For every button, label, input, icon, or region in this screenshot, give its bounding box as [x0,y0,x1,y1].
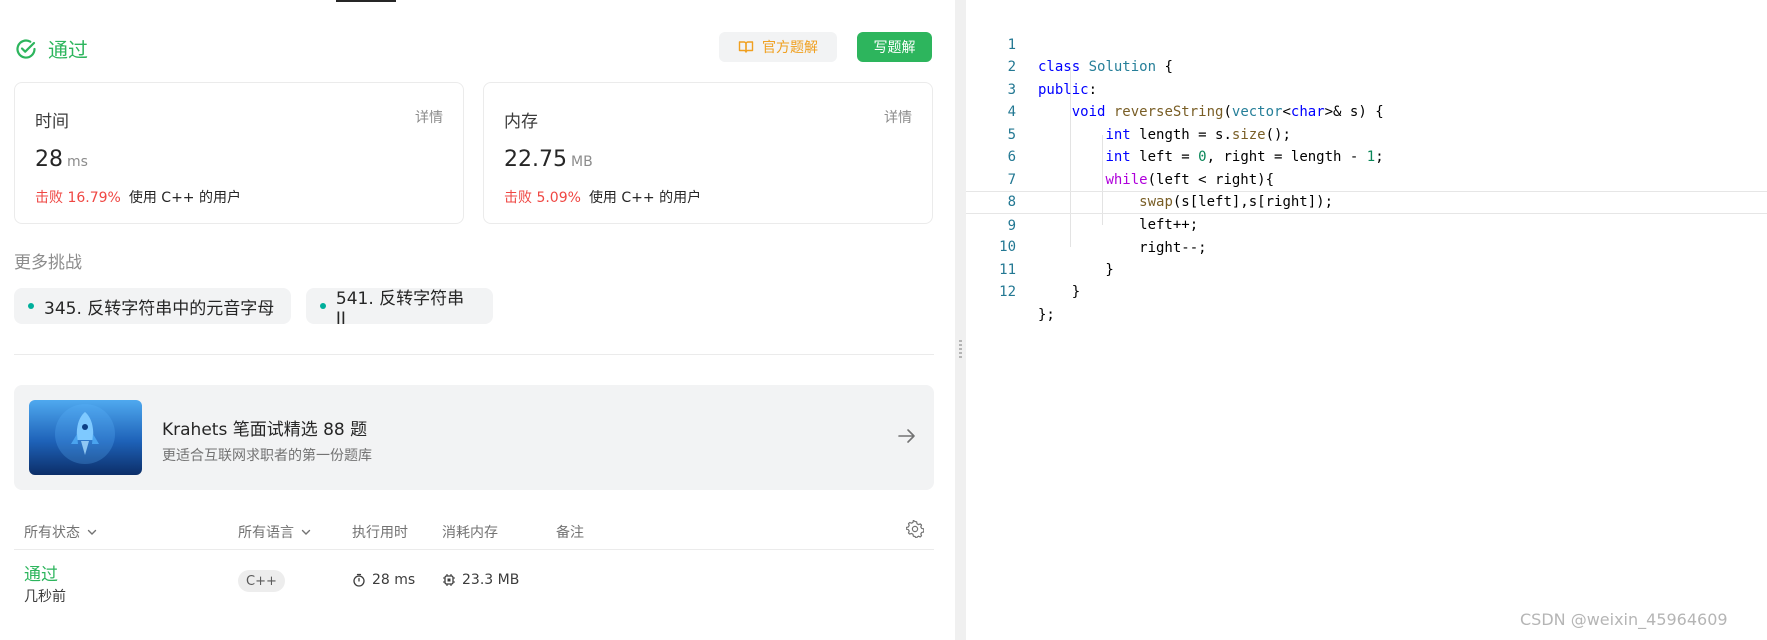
code-line: 11 } [966,236,1767,301]
check-circle-icon [16,38,36,59]
code-editor[interactable]: 1 class Solution { 2 public: 3 void reve… [966,0,1767,640]
difficulty-dot [28,303,34,309]
runtime-beat-text: 使用 C++ 的用户 [128,190,241,206]
runtime-column-header: 执行用时 [352,525,408,541]
runtime-detail-link[interactable]: 详情 [415,107,443,127]
memory-value-row: 22.75 MB [504,147,593,172]
rocket-icon [55,404,115,464]
status-filter[interactable]: 所有状态 [24,522,98,542]
official-solution-button[interactable]: 官方题解 [719,32,837,62]
code-line: 12 }; [966,259,1767,323]
runtime-value: 28 [35,147,63,172]
memory-beat-text: 使用 C++ 的用户 [588,190,702,206]
official-solution-label: 官方题解 [762,40,818,56]
submission-memory: 23.3 MB [442,572,519,588]
chip-icon [443,574,455,586]
arrow-right-icon [898,429,915,443]
language-badge: C++ [238,570,285,592]
submission-time-ago: 几秒前 [24,589,66,605]
stopwatch-icon [353,573,365,587]
runtime-label: 时间 [35,112,69,132]
more-challenges-title: 更多挑战 [14,253,82,273]
challenge-link-345[interactable]: 345. 反转字符串中的元音字母 [14,288,291,324]
status-filter-label: 所有状态 [24,525,80,541]
code-line-active: 9 right--; [966,191,1767,256]
line-number: 12 [999,284,1016,300]
memory-beat: 击败 5.09% 使用 C++ 的用户 [504,187,701,207]
result-header: 通过 官方题解 写题解 [14,32,934,66]
section-divider [14,354,934,355]
table-row[interactable]: 通过 几秒前 C++ 28 ms 23.3 MB [14,556,934,606]
book-icon [738,41,754,53]
write-solution-button[interactable]: 写题解 [857,32,932,62]
submission-result-panel: 通过 官方题解 写题解 时间 详情 28 ms 击败 16.79% 使用 C++ 的… [0,0,955,640]
language-filter-label: 所有语言 [238,525,294,541]
banner-title: Krahets 笔面试精选 88 题 [162,420,368,440]
submission-status[interactable]: 通过 [24,560,58,585]
code-text: } [1038,284,1081,300]
memory-beat-percent: 击败 5.09% [504,190,581,206]
watermark: CSDN @weixin_45964609 [1520,610,1728,629]
code-line: 7 swap(s[left],s[right]); [966,146,1767,211]
memory-column-header: 消耗内存 [442,525,498,541]
submission-runtime: 28 ms [352,572,415,588]
pane-resize-handle[interactable] [955,0,966,640]
runtime-value-row: 28 ms [35,147,88,172]
challenge-label: 345. 反转字符串中的元音字母 [44,298,275,319]
rocket-thumbnail [29,400,142,475]
runtime-beat: 击败 16.79% 使用 C++ 的用户 [35,187,241,207]
memory-label: 内存 [504,112,538,132]
memory-detail-link[interactable]: 详情 [884,107,912,127]
note-column-header: 备注 [556,525,584,541]
code-line: 1 class Solution { [966,11,1767,76]
runtime-card: 时间 详情 28 ms 击败 16.79% 使用 C++ 的用户 [14,82,464,224]
language-filter[interactable]: 所有语言 [238,522,312,542]
banner-subtitle: 更适合互联网求职者的第一份题库 [162,448,372,464]
challenge-link-541[interactable]: 541. 反转字符串 II [306,288,493,329]
difficulty-dot [320,303,326,309]
memory-value: 22.75 [504,147,567,172]
code-line: 8 left++; [966,169,1767,233]
code-line: 2 public: [966,34,1767,98]
code-text: }; [1038,306,1055,323]
submission-memory-value: 23.3 MB [462,572,520,588]
runtime-beat-percent: 击败 16.79% [35,190,121,206]
active-tab-indicator [336,0,396,2]
memory-card: 内存 详情 22.75 MB 击败 5.09% 使用 C++ 的用户 [483,82,933,224]
accepted-status: 通过 [14,34,88,63]
resize-grip [959,340,962,358]
code-line: 10 } [966,214,1767,278]
chevron-down-icon [87,529,97,535]
memory-unit: MB [570,154,593,170]
status-text: 通过 [48,38,88,62]
code-line: 4 int length = s.size(); [966,79,1767,143]
code-line: 6 while(left < right){ [966,124,1767,188]
runtime-unit: ms [67,154,88,170]
code-line: 3 void reverseString(vector<char>& s) { [966,56,1767,121]
gear-icon[interactable] [906,520,924,538]
study-plan-banner[interactable]: Krahets 笔面试精选 88 题 更适合互联网求职者的第一份题库 [14,385,934,490]
code-line: 5 int left = 0, right = length - 1; [966,101,1767,166]
chevron-down-icon [301,529,311,535]
submissions-header: 所有状态 所有语言 执行用时 消耗内存 备注 [14,510,934,550]
challenge-label: 541. 反转字符串 II [335,288,465,329]
submission-runtime-value: 28 ms [372,572,416,588]
